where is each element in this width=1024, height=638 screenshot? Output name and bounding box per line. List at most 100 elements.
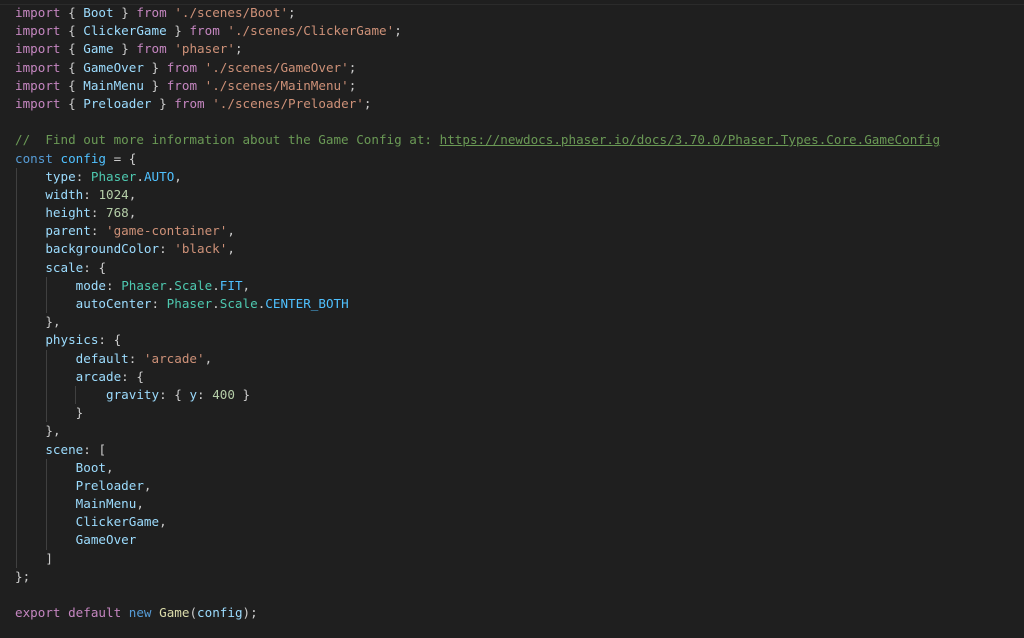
code-token: ;	[250, 605, 258, 621]
code-token: {	[68, 5, 76, 20]
code-line[interactable]: type: Phaser.AUTO,	[15, 167, 1020, 186]
code-token: import	[15, 95, 61, 111]
code-token: ,	[106, 459, 114, 475]
code-lines: import { Boot } from './scenes/Boot'; imp…	[15, 4, 1020, 622]
code-token: ,	[128, 205, 137, 221]
code-token: from	[189, 23, 220, 39]
indent-guide	[16, 167, 17, 186]
code-token: (	[189, 605, 198, 621]
code-line[interactable]: import { Preloader } from './scenes/Prel…	[15, 95, 1020, 113]
code-line[interactable]: };	[15, 568, 1020, 586]
code-token: {	[113, 332, 122, 348]
code-token: './scenes/GameOver'	[204, 59, 349, 75]
code-line[interactable]: arcade: {	[15, 367, 1020, 386]
code-token: )	[242, 605, 251, 621]
indent-guide	[45, 513, 47, 532]
code-token: mode	[75, 277, 107, 293]
code-token: ,	[143, 477, 152, 493]
code-line[interactable]: Preloader,	[15, 476, 1020, 496]
indent-guide	[16, 258, 17, 277]
code-token: ,	[52, 314, 61, 330]
code-token: // Find out more information about the G…	[15, 132, 440, 148]
code-line[interactable]: parent: 'game-container',	[15, 222, 1020, 241]
code-line[interactable]: autoCenter: Phaser.Scale.CENTER_BOTH	[15, 295, 1020, 314]
code-token: gravity	[106, 386, 160, 402]
code-line[interactable]: import { Boot } from './scenes/Boot';	[15, 4, 1020, 22]
code-line[interactable]: import { GameOver } from './scenes/GameO…	[15, 59, 1020, 77]
code-line[interactable]: const config = {	[15, 150, 1020, 168]
indent-guide	[45, 367, 47, 386]
code-token: ]	[45, 550, 53, 566]
code-token: ;	[234, 41, 243, 57]
code-line[interactable]: default: 'arcade',	[15, 349, 1020, 368]
code-token: 'game-container'	[106, 223, 228, 239]
indent-guide	[16, 295, 17, 314]
code-line[interactable]: },	[15, 422, 1020, 441]
code-line[interactable]: import { Game } from 'phaser';	[15, 40, 1020, 58]
code-line[interactable]: import { ClickerGame } from './scenes/Cl…	[15, 22, 1020, 40]
code-line[interactable]: physics: {	[15, 331, 1020, 350]
code-editor[interactable]: import { Boot } from './scenes/Boot'; imp…	[0, 0, 1024, 638]
code-token: :	[128, 350, 144, 366]
code-line[interactable]: Boot,	[15, 458, 1020, 477]
code-token: ,	[204, 350, 213, 366]
code-token[interactable]: https://newdocs.phaser.io/docs/3.70.0/Ph…	[440, 132, 940, 147]
code-line[interactable]: scale: {	[15, 258, 1020, 277]
indent-guide	[45, 476, 47, 496]
code-line[interactable]: ClickerGame,	[15, 513, 1020, 532]
code-token: from	[174, 95, 205, 111]
code-token: y	[189, 386, 198, 402]
code-token: from	[136, 41, 167, 57]
code-line[interactable]: GameOver	[15, 531, 1020, 550]
indent-guide	[16, 476, 17, 496]
code-line[interactable]: // Find out more information about the G…	[15, 131, 1020, 149]
code-token: :	[159, 386, 175, 402]
code-token: physics	[45, 332, 99, 348]
code-token: ClickerGame	[75, 514, 160, 530]
indent-guide	[45, 349, 47, 368]
code-token: }	[45, 423, 53, 439]
code-token: ,	[227, 241, 235, 257]
code-line[interactable]: export default new Game(config);	[15, 604, 1020, 622]
code-token: height	[45, 205, 91, 221]
code-line[interactable]: mode: Phaser.Scale.FIT,	[15, 276, 1020, 295]
code-token: }	[151, 77, 160, 93]
code-line[interactable]: import { MainMenu } from './scenes/MainM…	[15, 77, 1020, 95]
code-line[interactable]: ]	[15, 549, 1020, 568]
code-line[interactable]: MainMenu,	[15, 495, 1020, 514]
code-token: 'arcade'	[143, 350, 205, 366]
code-token: }	[242, 386, 251, 402]
indent-guide	[16, 495, 17, 514]
code-line[interactable]: }	[15, 404, 1020, 423]
indent-guide	[16, 240, 17, 259]
code-line[interactable]	[15, 586, 1020, 604]
code-token: }	[75, 405, 84, 421]
code-token: config	[60, 150, 107, 166]
code-token: :	[75, 168, 91, 184]
indent-guide	[16, 276, 17, 295]
code-line[interactable]: gravity: { y: 400 }	[15, 385, 1020, 405]
code-token: {	[68, 95, 76, 111]
code-line[interactable]: backgroundColor: 'black',	[15, 240, 1020, 259]
indent-guide	[16, 440, 17, 459]
code-line[interactable]: width: 1024,	[15, 185, 1020, 205]
code-token: :	[83, 441, 99, 457]
code-token: ClickerGame	[75, 23, 175, 39]
code-line[interactable]: },	[15, 313, 1020, 332]
code-line[interactable]: scene: [	[15, 440, 1020, 459]
code-line[interactable]	[15, 113, 1020, 131]
code-token: 'phaser'	[174, 41, 235, 57]
code-token: './scenes/MainMenu'	[204, 77, 349, 93]
code-token: :	[151, 296, 167, 311]
code-line[interactable]: height: 768,	[15, 204, 1020, 223]
